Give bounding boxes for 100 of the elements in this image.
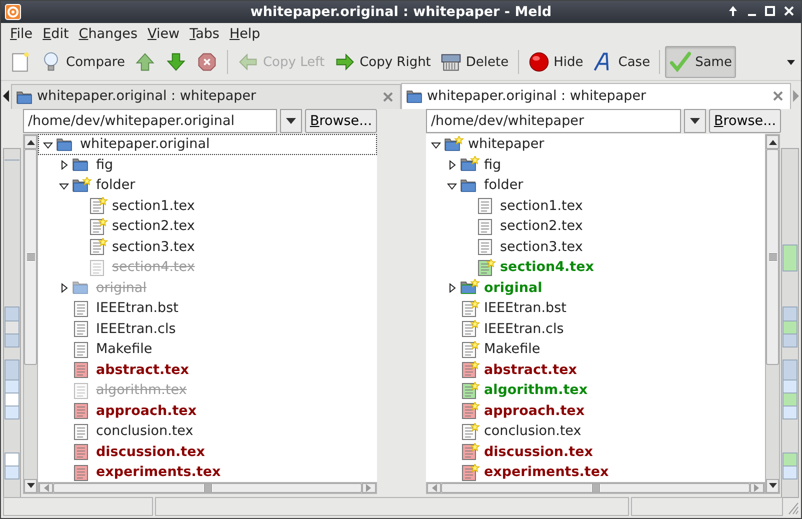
file-name: abstract.tex [95,360,189,380]
tree-row[interactable]: experiments.tex [38,462,377,482]
file-name: discussion.tex [483,442,593,462]
folder-icon [406,88,423,104]
folder-name: whitepaper.original [79,135,210,154]
path-field[interactable]: /home/dev/whitepaper.original [23,109,277,134]
grip-icon [768,253,776,262]
file-name: section1.tex [111,196,195,216]
browse-button[interactable]: Browse... [708,109,781,134]
file-name: experiments.tex [95,463,221,482]
file-name: Makefile [483,340,540,360]
folder-icon [16,88,33,105]
tree-row[interactable]: section3.tex [426,236,765,258]
file-name: algorithm.tex [483,381,588,400]
toolbar-button[interactable]: Compare [36,46,129,78]
tree-row[interactable]: original [426,278,765,298]
tree-row[interactable]: IEEEtran.cls [426,318,765,340]
file-name: section4.tex [499,258,594,278]
menu-item[interactable]: Edit [38,23,74,45]
tree-row[interactable]: fig [38,154,377,176]
tree-row[interactable]: section4.tex [426,257,765,278]
checkmark-icon [669,51,692,74]
file-name: section3.tex [499,238,583,257]
toggle-button[interactable]: Same [665,46,736,78]
tree-row[interactable]: discussion.tex [426,442,765,462]
tree-row[interactable]: IEEEtran.bst [38,298,377,319]
tree-row[interactable]: section1.tex [38,196,377,216]
tree-row[interactable]: section3.tex [38,236,377,258]
file-name: algorithm.tex [95,381,187,400]
scroll-up-button[interactable] [766,135,779,150]
stop-icon [196,51,218,74]
file-name: section4.tex [111,258,195,278]
circle-icon [528,51,550,74]
tree-row[interactable]: conclusion.tex [426,421,765,442]
toolbar-button[interactable]: Delete [436,46,513,78]
tree-row[interactable]: approach.tex [38,400,377,422]
toggle-button[interactable]: Case [588,46,654,78]
toolbar-button[interactable]: Copy Right [330,46,435,78]
dropdown-button[interactable] [280,109,302,134]
file-name: section2.tex [111,217,195,236]
scrollbar-thumb[interactable] [53,483,362,494]
scrollbar-thumb[interactable] [24,149,37,366]
tree-row[interactable]: section2.tex [426,216,765,237]
menu-item[interactable]: File [5,23,38,45]
folder-name: original [95,278,146,298]
folder-name: fig [483,156,502,175]
tree-row[interactable]: IEEEtran.bst [426,298,765,319]
toggle-button[interactable]: Hide [524,46,588,78]
tree-row[interactable]: Makefile [38,339,377,360]
menu-item[interactable]: View [142,23,185,45]
scroll-down-button[interactable] [766,479,779,494]
tree-row[interactable]: folder [38,175,377,196]
tree-row[interactable]: experiments.tex [426,462,765,482]
tree-row[interactable]: Makefile [426,339,765,360]
file-name: IEEEtran.bst [483,299,566,318]
file-name: discussion.tex [95,442,205,462]
caret-icon [286,118,296,124]
tree-row[interactable]: abstract.tex [38,360,377,380]
tree-row[interactable]: fig [426,154,765,176]
grip-icon [592,484,600,492]
file-name: approach.tex [95,402,197,421]
tree-row[interactable]: abstract.tex [426,360,765,380]
tab[interactable]: whitepaper.original : whitepaper [11,84,401,109]
tree-row[interactable]: algorithm.tex [426,380,765,401]
keep-above-icon[interactable] [726,5,739,17]
grip-icon [204,484,212,492]
file-name: Makefile [95,340,152,360]
tree-row[interactable]: conclusion.tex [38,421,377,442]
tab[interactable]: whitepaper.original : whitepaper [401,82,791,109]
scroll-up-button[interactable] [24,135,37,150]
tree-row[interactable]: folder [426,175,765,196]
shredder-icon [440,51,462,74]
file-name: approach.tex [483,402,585,421]
tree-row[interactable]: whitepaper.original [38,134,377,155]
file-name: IEEEtran.cls [95,320,176,339]
menu-item[interactable]: Tabs [184,23,224,45]
tree-row[interactable]: section2.tex [38,216,377,237]
app-logo-icon [5,4,21,20]
browse-button[interactable]: Browse... [304,109,377,134]
tree-row[interactable]: whitepaper [426,134,765,155]
scroll-down-button[interactable] [24,479,37,494]
tree-row[interactable]: IEEEtran.cls [38,318,377,340]
up-arrow-icon [134,51,156,74]
dropdown-button[interactable] [684,109,706,134]
file-name: IEEEtran.bst [95,299,178,318]
scrollbar-thumb[interactable] [766,149,779,366]
maximize-icon[interactable] [764,5,776,17]
tree-row[interactable]: discussion.tex [38,442,377,462]
folder-name: folder [95,176,136,196]
menu-item[interactable]: Help [224,23,266,45]
scrollbar-thumb[interactable] [441,483,750,494]
file-name: conclusion.tex [95,422,194,442]
folder-name: original [483,278,542,298]
tree-row[interactable]: approach.tex [426,400,765,422]
path-field[interactable]: /home/dev/whitepaper [426,109,681,134]
menu-item[interactable]: Changes [74,23,142,45]
down-arrow-icon [26,483,34,490]
window-title: whitepaper.original : whitepaper - Meld [250,3,552,22]
file-name: section2.tex [499,217,583,236]
tree-row[interactable]: section1.tex [426,196,765,216]
